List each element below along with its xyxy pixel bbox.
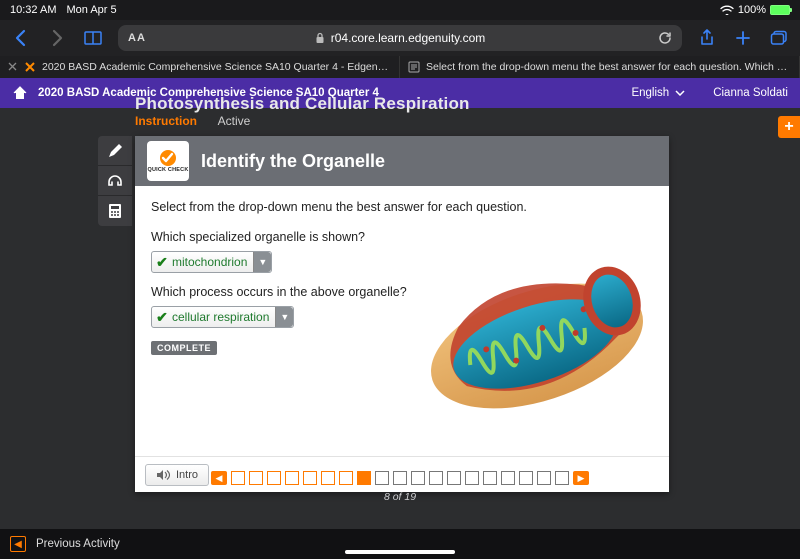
pager-box-8[interactable] [357, 471, 371, 485]
share-button[interactable] [696, 27, 718, 49]
pencil-tool[interactable] [98, 136, 132, 166]
reload-button[interactable] [658, 31, 672, 45]
lesson-header: Photosynthesis and Cellular Respiration … [135, 94, 470, 128]
tab-strip: 2020 BASD Academic Comprehensive Science… [0, 56, 800, 78]
pager-box-16[interactable] [501, 471, 515, 485]
card-title: Identify the Organelle [201, 151, 385, 172]
battery-percent: 100% [738, 4, 766, 16]
lesson-title: Photosynthesis and Cellular Respiration [135, 94, 470, 114]
pager-box-4[interactable] [285, 471, 299, 485]
pager-box-14[interactable] [465, 471, 479, 485]
audio-tool[interactable] [98, 166, 132, 196]
pager-box-17[interactable] [519, 471, 533, 485]
pager-box-15[interactable] [483, 471, 497, 485]
answer-dropdown-1[interactable]: ✔ mitochondrion ▼ [151, 251, 272, 273]
pager-box-10[interactable] [393, 471, 407, 485]
language-label: English [631, 87, 669, 99]
home-indicator[interactable] [345, 550, 455, 554]
tab-title-1: 2020 BASD Academic Comprehensive Science… [42, 61, 391, 73]
chevron-down-icon [675, 90, 685, 96]
instruction-tab[interactable]: Instruction [135, 114, 197, 128]
card-header: QUICK CHECK Identify the Organelle [135, 136, 669, 186]
url-text: r04.core.learn.edgenuity.com [331, 31, 486, 45]
tab-title-2: Select from the drop-down menu the best … [426, 61, 791, 73]
answer-dropdown-2[interactable]: ✔ cellular respiration ▼ [151, 306, 294, 328]
back-button[interactable] [10, 27, 32, 49]
answer-2-value: cellular respiration [172, 310, 275, 324]
organelle-image [417, 246, 657, 426]
language-selector[interactable]: English [631, 87, 685, 99]
complete-badge: COMPLETE [151, 341, 217, 355]
quick-check-badge: QUICK CHECK [147, 141, 189, 181]
pager-prev[interactable]: ◀ [211, 471, 227, 485]
pager-box-3[interactable] [267, 471, 281, 485]
browser-tab-1[interactable]: 2020 BASD Academic Comprehensive Science… [0, 56, 400, 78]
new-tab-button[interactable] [732, 27, 754, 49]
tab-favicon-2 [408, 61, 420, 73]
prev-activity-label[interactable]: Previous Activity [36, 538, 120, 550]
browser-tab-2[interactable]: Select from the drop-down menu the best … [400, 56, 800, 78]
pager-box-2[interactable] [249, 471, 263, 485]
pager-box-12[interactable] [429, 471, 443, 485]
home-icon[interactable] [12, 85, 28, 101]
check-icon: ✔ [152, 254, 172, 271]
pager-box-7[interactable] [339, 471, 353, 485]
chevron-down-icon: ▼ [253, 252, 271, 272]
battery-icon [770, 5, 790, 15]
tab-favicon-1 [24, 61, 36, 73]
pager-text: 8 of 19 [384, 491, 416, 503]
tool-column [98, 136, 132, 226]
lock-icon [315, 32, 325, 44]
close-tab-icon[interactable] [8, 62, 18, 72]
pager-box-11[interactable] [411, 471, 425, 485]
pager-box-6[interactable] [321, 471, 335, 485]
pager-box-9[interactable] [375, 471, 389, 485]
calculator-tool[interactable] [98, 196, 132, 226]
content-area: Photosynthesis and Cellular Respiration … [0, 108, 800, 529]
status-date: Mon Apr 5 [66, 4, 116, 16]
quick-check-label: QUICK CHECK [147, 167, 188, 173]
expand-tab[interactable]: + [778, 116, 800, 138]
pager-box-13[interactable] [447, 471, 461, 485]
tabs-button[interactable] [768, 27, 790, 49]
question-prompt: Select from the drop-down menu the best … [151, 200, 653, 214]
browser-toolbar: AA r04.core.learn.edgenuity.com [0, 20, 800, 56]
active-label: Active [218, 114, 251, 128]
question-card: QUICK CHECK Identify the Organelle Selec… [135, 136, 669, 492]
question-1: Which specialized organelle is shown? [151, 230, 653, 244]
wifi-icon [720, 5, 734, 15]
check-icon [157, 149, 179, 167]
status-time: 10:32 AM [10, 4, 56, 16]
answer-1-value: mitochondrion [172, 255, 253, 269]
user-name[interactable]: Cianna Soldati [713, 87, 788, 99]
bookmarks-button[interactable] [82, 27, 104, 49]
pager-box-19[interactable] [555, 471, 569, 485]
forward-button[interactable] [46, 27, 68, 49]
pager-next[interactable]: ▶ [573, 471, 589, 485]
pager-box-1[interactable] [231, 471, 245, 485]
pager-box-18[interactable] [537, 471, 551, 485]
check-icon: ✔ [152, 309, 172, 326]
chevron-down-icon: ▼ [275, 307, 293, 327]
address-bar[interactable]: AA r04.core.learn.edgenuity.com [118, 25, 682, 51]
status-bar: 10:32 AM Mon Apr 5 100% [0, 0, 800, 20]
bottom-bar: ◀ Previous Activity [0, 529, 800, 559]
prev-activity-arrow[interactable]: ◀ [10, 536, 26, 552]
text-size-button[interactable]: AA [128, 32, 146, 44]
pager-box-5[interactable] [303, 471, 317, 485]
pager: ◀ ▶ 8 of 19 [0, 471, 800, 503]
